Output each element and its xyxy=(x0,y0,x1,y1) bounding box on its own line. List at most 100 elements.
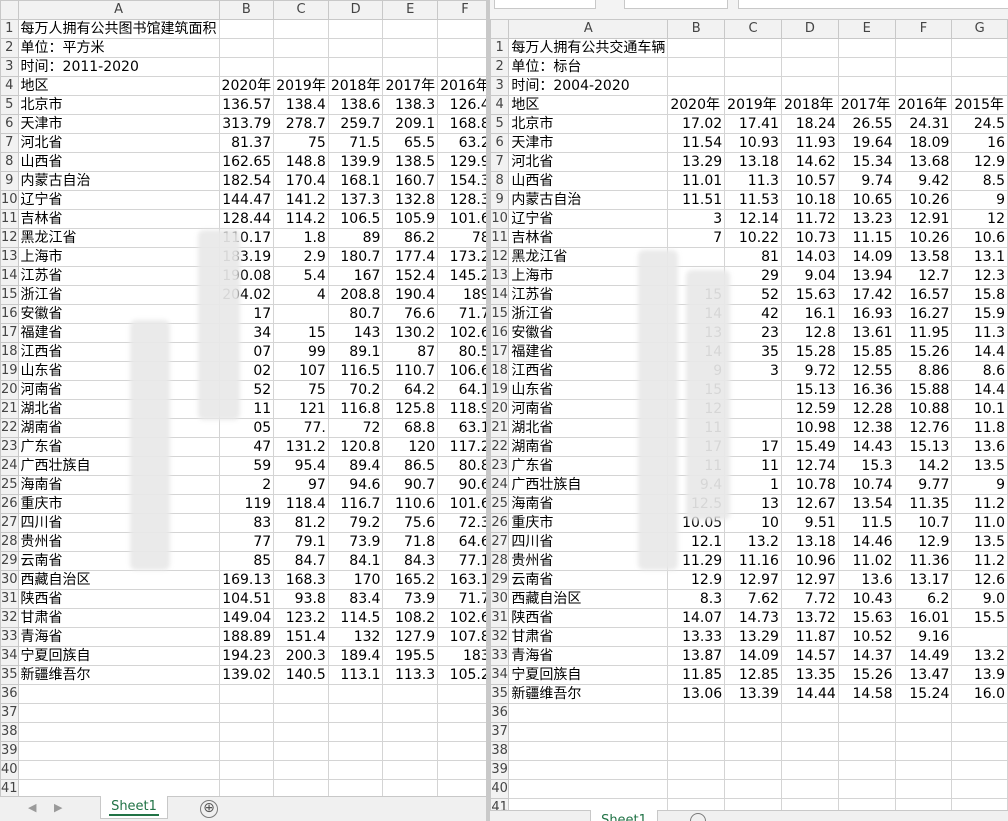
cell-value[interactable]: 17.41 xyxy=(724,114,782,134)
row-header[interactable]: 37 xyxy=(490,722,510,742)
cell-value[interactable]: 10.65 xyxy=(837,190,896,210)
cell-value[interactable]: 209.1 xyxy=(382,114,439,134)
cell-value[interactable]: 8.86 xyxy=(894,361,953,381)
cell-value[interactable]: 189 xyxy=(437,285,486,305)
cell-region[interactable]: 陕西省 xyxy=(508,608,669,628)
cell[interactable] xyxy=(837,703,896,723)
row-header[interactable]: 39 xyxy=(0,741,19,761)
cell-value[interactable]: 13.87 xyxy=(667,646,726,666)
cell-value[interactable]: 13.68 xyxy=(894,152,953,172)
cell-value[interactable]: 160.7 xyxy=(382,171,439,191)
row-header[interactable]: 12 xyxy=(0,228,19,248)
column-header[interactable]: F xyxy=(894,19,953,39)
cell-region[interactable]: 河北省 xyxy=(17,133,220,153)
cell-value[interactable]: 12.76 xyxy=(894,418,953,438)
cell-region[interactable]: 云南省 xyxy=(17,551,220,571)
cell-value[interactable]: 85 xyxy=(218,551,275,571)
cell-region[interactable]: 浙江省 xyxy=(17,285,220,305)
row-header[interactable]: 25 xyxy=(0,475,19,495)
row-header[interactable]: 10 xyxy=(0,190,19,210)
cell-value[interactable]: 15.13 xyxy=(894,437,953,457)
cell-value[interactable]: 10.57 xyxy=(780,171,839,191)
cell[interactable] xyxy=(17,703,220,723)
cell-value[interactable]: 11 xyxy=(724,456,782,476)
cell-value[interactable]: 64.2 xyxy=(382,380,439,400)
row-header[interactable]: 13 xyxy=(0,247,19,267)
cell-value[interactable]: 6.2 xyxy=(894,589,953,609)
cell-value[interactable]: 14.73 xyxy=(724,608,782,628)
row-header[interactable]: 16 xyxy=(490,323,510,343)
cell-value[interactable]: 77 xyxy=(218,532,275,552)
cell-region[interactable]: 云南省 xyxy=(508,570,669,590)
cell-value[interactable]: 117.2 xyxy=(437,437,486,457)
cell-value[interactable]: 12 xyxy=(951,209,1008,229)
cell-value[interactable]: 93.8 xyxy=(273,589,329,609)
row-header[interactable]: 30 xyxy=(490,589,510,609)
cell-value[interactable]: 11.15 xyxy=(837,228,896,248)
cell[interactable] xyxy=(17,741,220,761)
cell-value[interactable]: 12.59 xyxy=(780,399,839,419)
cell-value[interactable]: 10.6 xyxy=(951,228,1008,248)
row-header[interactable]: 15 xyxy=(0,285,19,305)
prev-sheet-button[interactable]: ◀ xyxy=(28,801,36,814)
cell[interactable] xyxy=(273,684,329,704)
cell-value[interactable]: 35 xyxy=(724,342,782,362)
cell-value[interactable]: 19.64 xyxy=(837,133,896,153)
cell-header[interactable]: 2017年 xyxy=(382,76,439,96)
cell-value[interactable]: 84.7 xyxy=(273,551,329,571)
cell-value[interactable]: 13.5 xyxy=(951,532,1008,552)
cell-value[interactable]: 71.5 xyxy=(327,133,384,153)
cell-title[interactable]: 每万人拥有公共交通车辆 xyxy=(508,38,669,58)
cell-value[interactable]: 101.6 xyxy=(437,209,486,229)
cell[interactable] xyxy=(837,722,896,742)
cell-value[interactable]: 89.4 xyxy=(327,456,384,476)
cell-value[interactable]: 11.01 xyxy=(667,171,726,191)
cell-value[interactable]: 168.8 xyxy=(437,114,486,134)
cell[interactable] xyxy=(218,38,275,58)
cell-region[interactable]: 广东省 xyxy=(17,437,220,457)
cell-value[interactable]: 11.54 xyxy=(667,133,726,153)
cell-value[interactable]: 13.9 xyxy=(951,665,1008,685)
cell-value[interactable]: 14.03 xyxy=(780,247,839,267)
row-header[interactable]: 29 xyxy=(0,551,19,571)
row-header[interactable]: 39 xyxy=(490,760,510,780)
cell-value[interactable]: 9 xyxy=(951,190,1008,210)
cell[interactable] xyxy=(951,703,1008,723)
cell-value[interactable]: 168.3 xyxy=(273,570,329,590)
cell-value[interactable]: 8.6 xyxy=(951,361,1008,381)
cell[interactable] xyxy=(508,760,669,780)
cell-value[interactable]: 13.1 xyxy=(951,247,1008,267)
cell-value[interactable]: 120 xyxy=(382,437,439,457)
cell-value[interactable]: 15.26 xyxy=(837,665,896,685)
cell-value[interactable]: 14.37 xyxy=(837,646,896,666)
cell-value[interactable]: 10.78 xyxy=(780,475,839,495)
cell-value[interactable]: 72 xyxy=(327,418,384,438)
cell-value[interactable]: 99 xyxy=(273,342,329,362)
cell-value[interactable]: 14.58 xyxy=(837,684,896,704)
cell-region[interactable]: 辽宁省 xyxy=(17,190,220,210)
cell-value[interactable]: 89.1 xyxy=(327,342,384,362)
cell-value[interactable]: 9.74 xyxy=(837,171,896,191)
cell-value[interactable]: 79.2 xyxy=(327,513,384,533)
cell-header[interactable]: 2018年 xyxy=(327,76,384,96)
cell-value[interactable]: 13.72 xyxy=(780,608,839,628)
cell-value[interactable]: 177.4 xyxy=(382,247,439,267)
cell-region[interactable]: 海南省 xyxy=(17,475,220,495)
cell-region[interactable]: 内蒙古自治 xyxy=(508,190,669,210)
cell-value[interactable]: 77.1 xyxy=(437,551,486,571)
row-header[interactable]: 21 xyxy=(0,399,19,419)
cell-value[interactable]: 10.22 xyxy=(724,228,782,248)
cell[interactable] xyxy=(273,760,329,780)
cell-value[interactable]: 170 xyxy=(327,570,384,590)
cell-value[interactable]: 29 xyxy=(724,266,782,286)
row-header[interactable]: 18 xyxy=(0,342,19,362)
cell-value[interactable]: 14.2 xyxy=(894,456,953,476)
cell-value[interactable]: 13.33 xyxy=(667,627,726,647)
cell-value[interactable]: 127.9 xyxy=(382,627,439,647)
cell-header[interactable]: 2020年 xyxy=(218,76,275,96)
row-header[interactable]: 4 xyxy=(0,76,19,96)
cell-value[interactable]: 195.5 xyxy=(382,646,439,666)
cell-value[interactable]: 313.79 xyxy=(218,114,275,134)
cell[interactable] xyxy=(837,38,896,58)
cell-value[interactable]: 169.13 xyxy=(218,570,275,590)
